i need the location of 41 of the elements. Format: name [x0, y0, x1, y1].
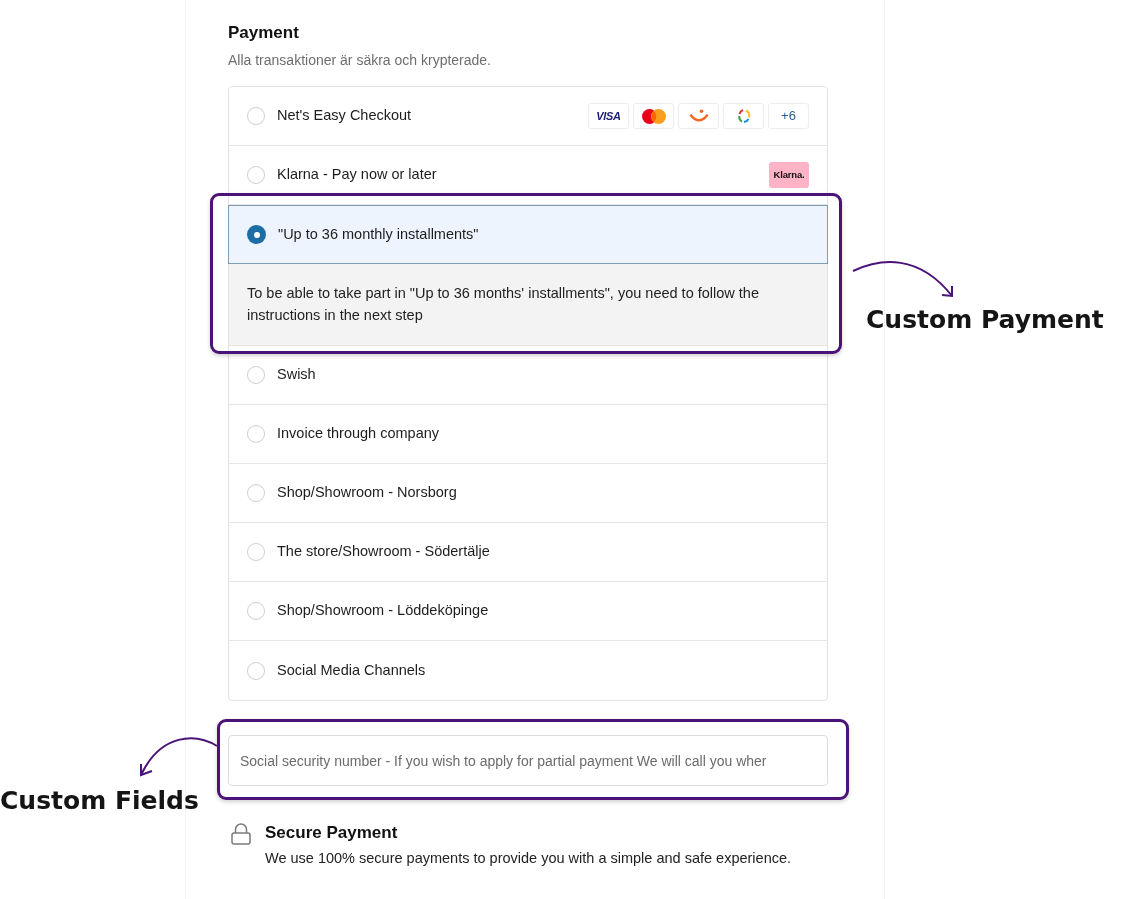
option-label: Klarna - Pay now or later	[277, 165, 437, 185]
option-label: The store/Showroom - Södertälje	[277, 542, 490, 562]
option-label: "Up to 36 monthly installments"	[278, 224, 479, 244]
two-circles-icon	[633, 103, 674, 129]
radio-button[interactable]	[247, 602, 265, 620]
option-label: Shop/Showroom - Norsborg	[277, 483, 457, 503]
option-row[interactable]: Shop/Showroom - Löddeköpinge	[229, 582, 827, 641]
option-label: Social Media Channels	[277, 660, 426, 680]
radio-button[interactable]	[247, 484, 265, 502]
option-row[interactable]: "Up to 36 monthly installments"	[228, 205, 828, 264]
annotation-label: Custom Payment	[866, 304, 1104, 336]
option-row[interactable]: Shop/Showroom - Norsborg	[229, 464, 827, 523]
secure-payment-title: Secure Payment	[265, 822, 399, 844]
lock-icon	[231, 823, 251, 845]
option-row[interactable]: Net's Easy Checkout VISA +6	[229, 87, 827, 146]
option-label: Net's Easy Checkout	[277, 106, 412, 126]
radio-button[interactable]	[247, 366, 265, 384]
option-row[interactable]: Social Media Channels	[229, 641, 827, 700]
option-row[interactable]: The store/Showroom - Södertälje	[229, 523, 827, 582]
option-label: Invoice through company	[277, 424, 439, 444]
option-row[interactable]: Swish	[229, 346, 827, 405]
option-label: Shop/Showroom - Löddeköpinge	[277, 601, 489, 621]
radio-button[interactable]	[247, 543, 265, 561]
option-row[interactable]: Invoice through company	[229, 405, 827, 464]
section-title: Payment	[228, 22, 300, 44]
radio-button[interactable]	[247, 225, 266, 244]
radio-button[interactable]	[247, 661, 265, 680]
annotation-label: Custom Fields	[0, 785, 199, 817]
radio-button[interactable]	[247, 166, 265, 184]
smile-icon	[678, 103, 719, 129]
brand-badge: VISA	[588, 103, 629, 129]
radio-button[interactable]	[247, 425, 265, 443]
section-subtitle: Alla transaktioner är säkra och krypterade.	[228, 51, 492, 70]
ring-icon	[723, 103, 764, 129]
radio-button[interactable]	[247, 107, 265, 125]
secure-payment-text: We use 100% secure payments to provide you with a simple and safe experience.	[265, 849, 792, 868]
option-label: Swish	[277, 365, 316, 385]
text-input-field[interactable]: Social security number - If you wish to apply for partial payment We will call you wher	[228, 735, 828, 786]
option-description: To be able to take part in "Up to 36 months' installments", you need to follow the instructions in the next step	[229, 264, 827, 346]
brand-badge: Klarna.	[769, 162, 809, 188]
more-count-badge: +6	[768, 103, 809, 129]
